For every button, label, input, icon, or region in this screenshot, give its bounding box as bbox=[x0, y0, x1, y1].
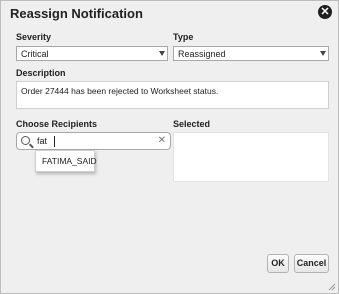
type-value: Reassigned bbox=[178, 49, 226, 59]
recipient-search-input[interactable]: fat ✕ bbox=[16, 132, 171, 150]
close-icon[interactable]: ✕ bbox=[318, 5, 332, 19]
chevron-down-icon bbox=[320, 51, 326, 56]
resize-grip-icon[interactable] bbox=[328, 283, 336, 291]
type-select[interactable]: Reassigned bbox=[173, 46, 329, 61]
description-label: Description bbox=[16, 68, 66, 78]
chevron-down-icon bbox=[159, 51, 165, 56]
dialog-title: Reassign Notification bbox=[10, 6, 143, 21]
ok-button[interactable]: OK bbox=[267, 254, 289, 273]
severity-value: Critical bbox=[21, 49, 49, 59]
severity-label: Severity bbox=[16, 32, 52, 42]
clear-icon[interactable]: ✕ bbox=[158, 135, 166, 146]
text-caret bbox=[54, 136, 55, 147]
suggestion-item[interactable]: FATIMA_SAID bbox=[35, 150, 97, 172]
selected-label: Selected bbox=[173, 119, 211, 129]
type-label: Type bbox=[173, 32, 194, 42]
description-field[interactable]: Order 27444 has been rejected to Workshe… bbox=[16, 81, 329, 109]
search-icon bbox=[21, 136, 30, 145]
selected-recipients-list[interactable] bbox=[173, 132, 329, 182]
search-input-value: fat bbox=[37, 136, 48, 146]
choose-recipients-label: Choose Recipients bbox=[16, 119, 98, 129]
severity-select[interactable]: Critical bbox=[16, 46, 168, 61]
cancel-button[interactable]: Cancel bbox=[294, 254, 329, 273]
reassign-notification-dialog: Reassign Notification ✕ Severity Critica… bbox=[0, 0, 339, 294]
